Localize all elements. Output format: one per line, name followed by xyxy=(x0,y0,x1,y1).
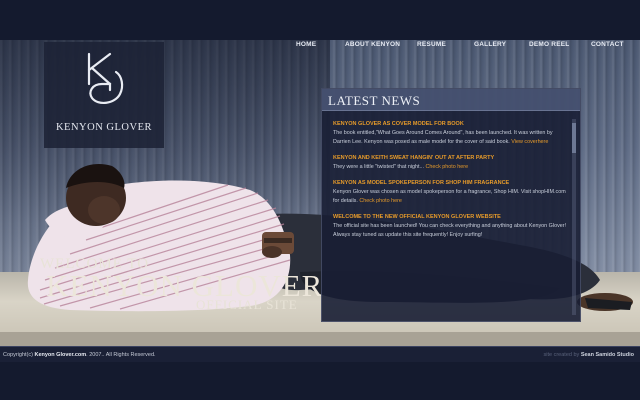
news-item-body: The official site has been launched! You… xyxy=(333,223,567,238)
copyright-site[interactable]: Kenyon Glover.com xyxy=(34,352,86,358)
logo[interactable]: KENYON GLOVER xyxy=(44,42,164,148)
news-item: KENYON AND KEITH SWEAT HANGIN' OUT AT AF… xyxy=(333,154,567,172)
model-belt xyxy=(264,238,292,243)
model-face-highlight xyxy=(88,196,120,224)
news-item: KENYON AS MODEL SPOKEPERSON FOR SHOP HIM… xyxy=(333,179,567,206)
news-item-text: The book entitled,"What Goes Around Come… xyxy=(333,129,567,147)
latest-news-header: LATEST NEWS xyxy=(322,89,580,111)
nav-demo-reel[interactable]: DEMO REEL xyxy=(529,40,591,50)
news-item: WELCOME TO THE NEW OFFICIAL KENYON GLOVE… xyxy=(333,213,567,240)
news-item-link[interactable]: Check photo here xyxy=(426,164,469,170)
news-item-title[interactable]: KENYON GLOVER AS COVER MODEL FOR BOOK xyxy=(333,120,567,129)
latest-news-title: LATEST NEWS xyxy=(328,93,421,108)
news-item-link[interactable]: View coverhere xyxy=(511,139,548,145)
top-band xyxy=(0,0,640,40)
credit-prefix: site created by xyxy=(543,352,580,358)
news-scroll-thumb[interactable] xyxy=(572,123,576,153)
news-scrollbar[interactable] xyxy=(572,119,576,315)
bottom-band xyxy=(0,362,640,400)
nav-gallery[interactable]: GALLERY xyxy=(474,40,529,50)
model-hand xyxy=(262,246,282,258)
copyright-prefix: Copyright(c) xyxy=(3,352,33,358)
logo-name: KENYON GLOVER xyxy=(55,122,153,133)
footer: Copyright(c) Kenyon Glover.com. 2007.. A… xyxy=(0,346,640,362)
news-list: KENYON GLOVER AS COVER MODEL FOR BOOK Th… xyxy=(333,120,567,247)
nav-contact[interactable]: CONTACT xyxy=(591,40,627,50)
copyright-suffix: . 2007.. All Rights Reserved. xyxy=(86,352,156,358)
news-item-text: The official site has been launched! You… xyxy=(333,222,567,240)
nav-resume[interactable]: RESUME xyxy=(417,40,474,50)
credit-name[interactable]: Sean Samido Studio xyxy=(581,352,634,358)
news-item-link[interactable]: Check photo here xyxy=(359,198,402,204)
news-item-body: They were a little "twisted" that night.… xyxy=(333,164,425,170)
kg-monogram-icon xyxy=(87,52,124,104)
copyright: Copyright(c) Kenyon Glover.com. 2007.. A… xyxy=(3,352,156,358)
news-item-title[interactable]: KENYON AS MODEL SPOKEPERSON FOR SHOP HIM… xyxy=(333,179,567,188)
news-item-title[interactable]: WELCOME TO THE NEW OFFICIAL KENYON GLOVE… xyxy=(333,213,567,222)
news-item-text: They were a little "twisted" that night.… xyxy=(333,163,567,172)
main-nav: HOME ABOUT KENYON RESUME GALLERY DEMO RE… xyxy=(296,40,627,50)
news-item: KENYON GLOVER AS COVER MODEL FOR BOOK Th… xyxy=(333,120,567,147)
news-item-text: Kenyon Glover was chosen as model spokep… xyxy=(333,188,567,206)
welcome-line-3: OFFICIAL SITE xyxy=(196,297,298,312)
site-credit: site created by Sean Samido Studio xyxy=(544,352,635,358)
nav-home[interactable]: HOME xyxy=(296,40,345,50)
news-item-title[interactable]: KENYON AND KEITH SWEAT HANGIN' OUT AT AF… xyxy=(333,154,567,163)
latest-news-panel: LATEST NEWS KENYON GLOVER AS COVER MODEL… xyxy=(321,88,581,322)
nav-about-kenyon[interactable]: ABOUT KENYON xyxy=(345,40,417,50)
